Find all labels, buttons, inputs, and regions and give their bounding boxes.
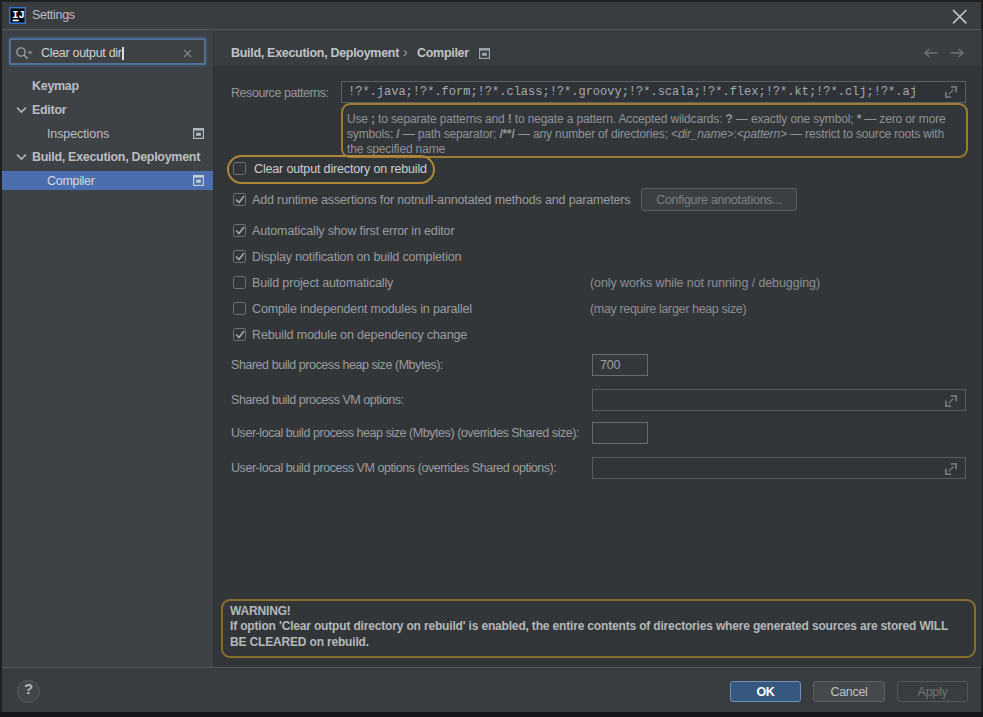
svg-text:IJ: IJ <box>12 9 25 21</box>
